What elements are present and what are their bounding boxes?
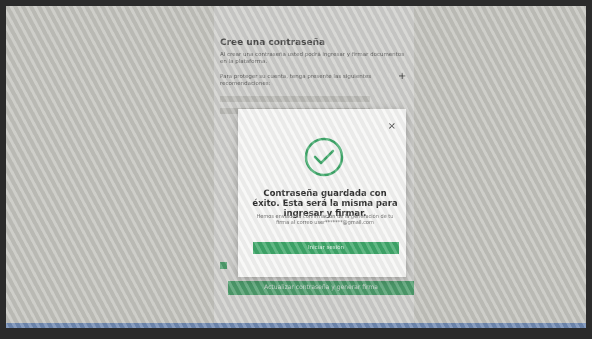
login-button[interactable]: Iniciar sesión (253, 242, 399, 254)
check-circle-icon (304, 137, 344, 177)
success-modal: × Contraseña guardada con éxito. Esta se… (238, 109, 406, 277)
close-icon[interactable]: × (388, 121, 396, 132)
modal-body: Hemos enviado la confirmación de la gene… (256, 214, 394, 226)
screen: Cree una contraseña Al crear una contras… (6, 6, 586, 328)
